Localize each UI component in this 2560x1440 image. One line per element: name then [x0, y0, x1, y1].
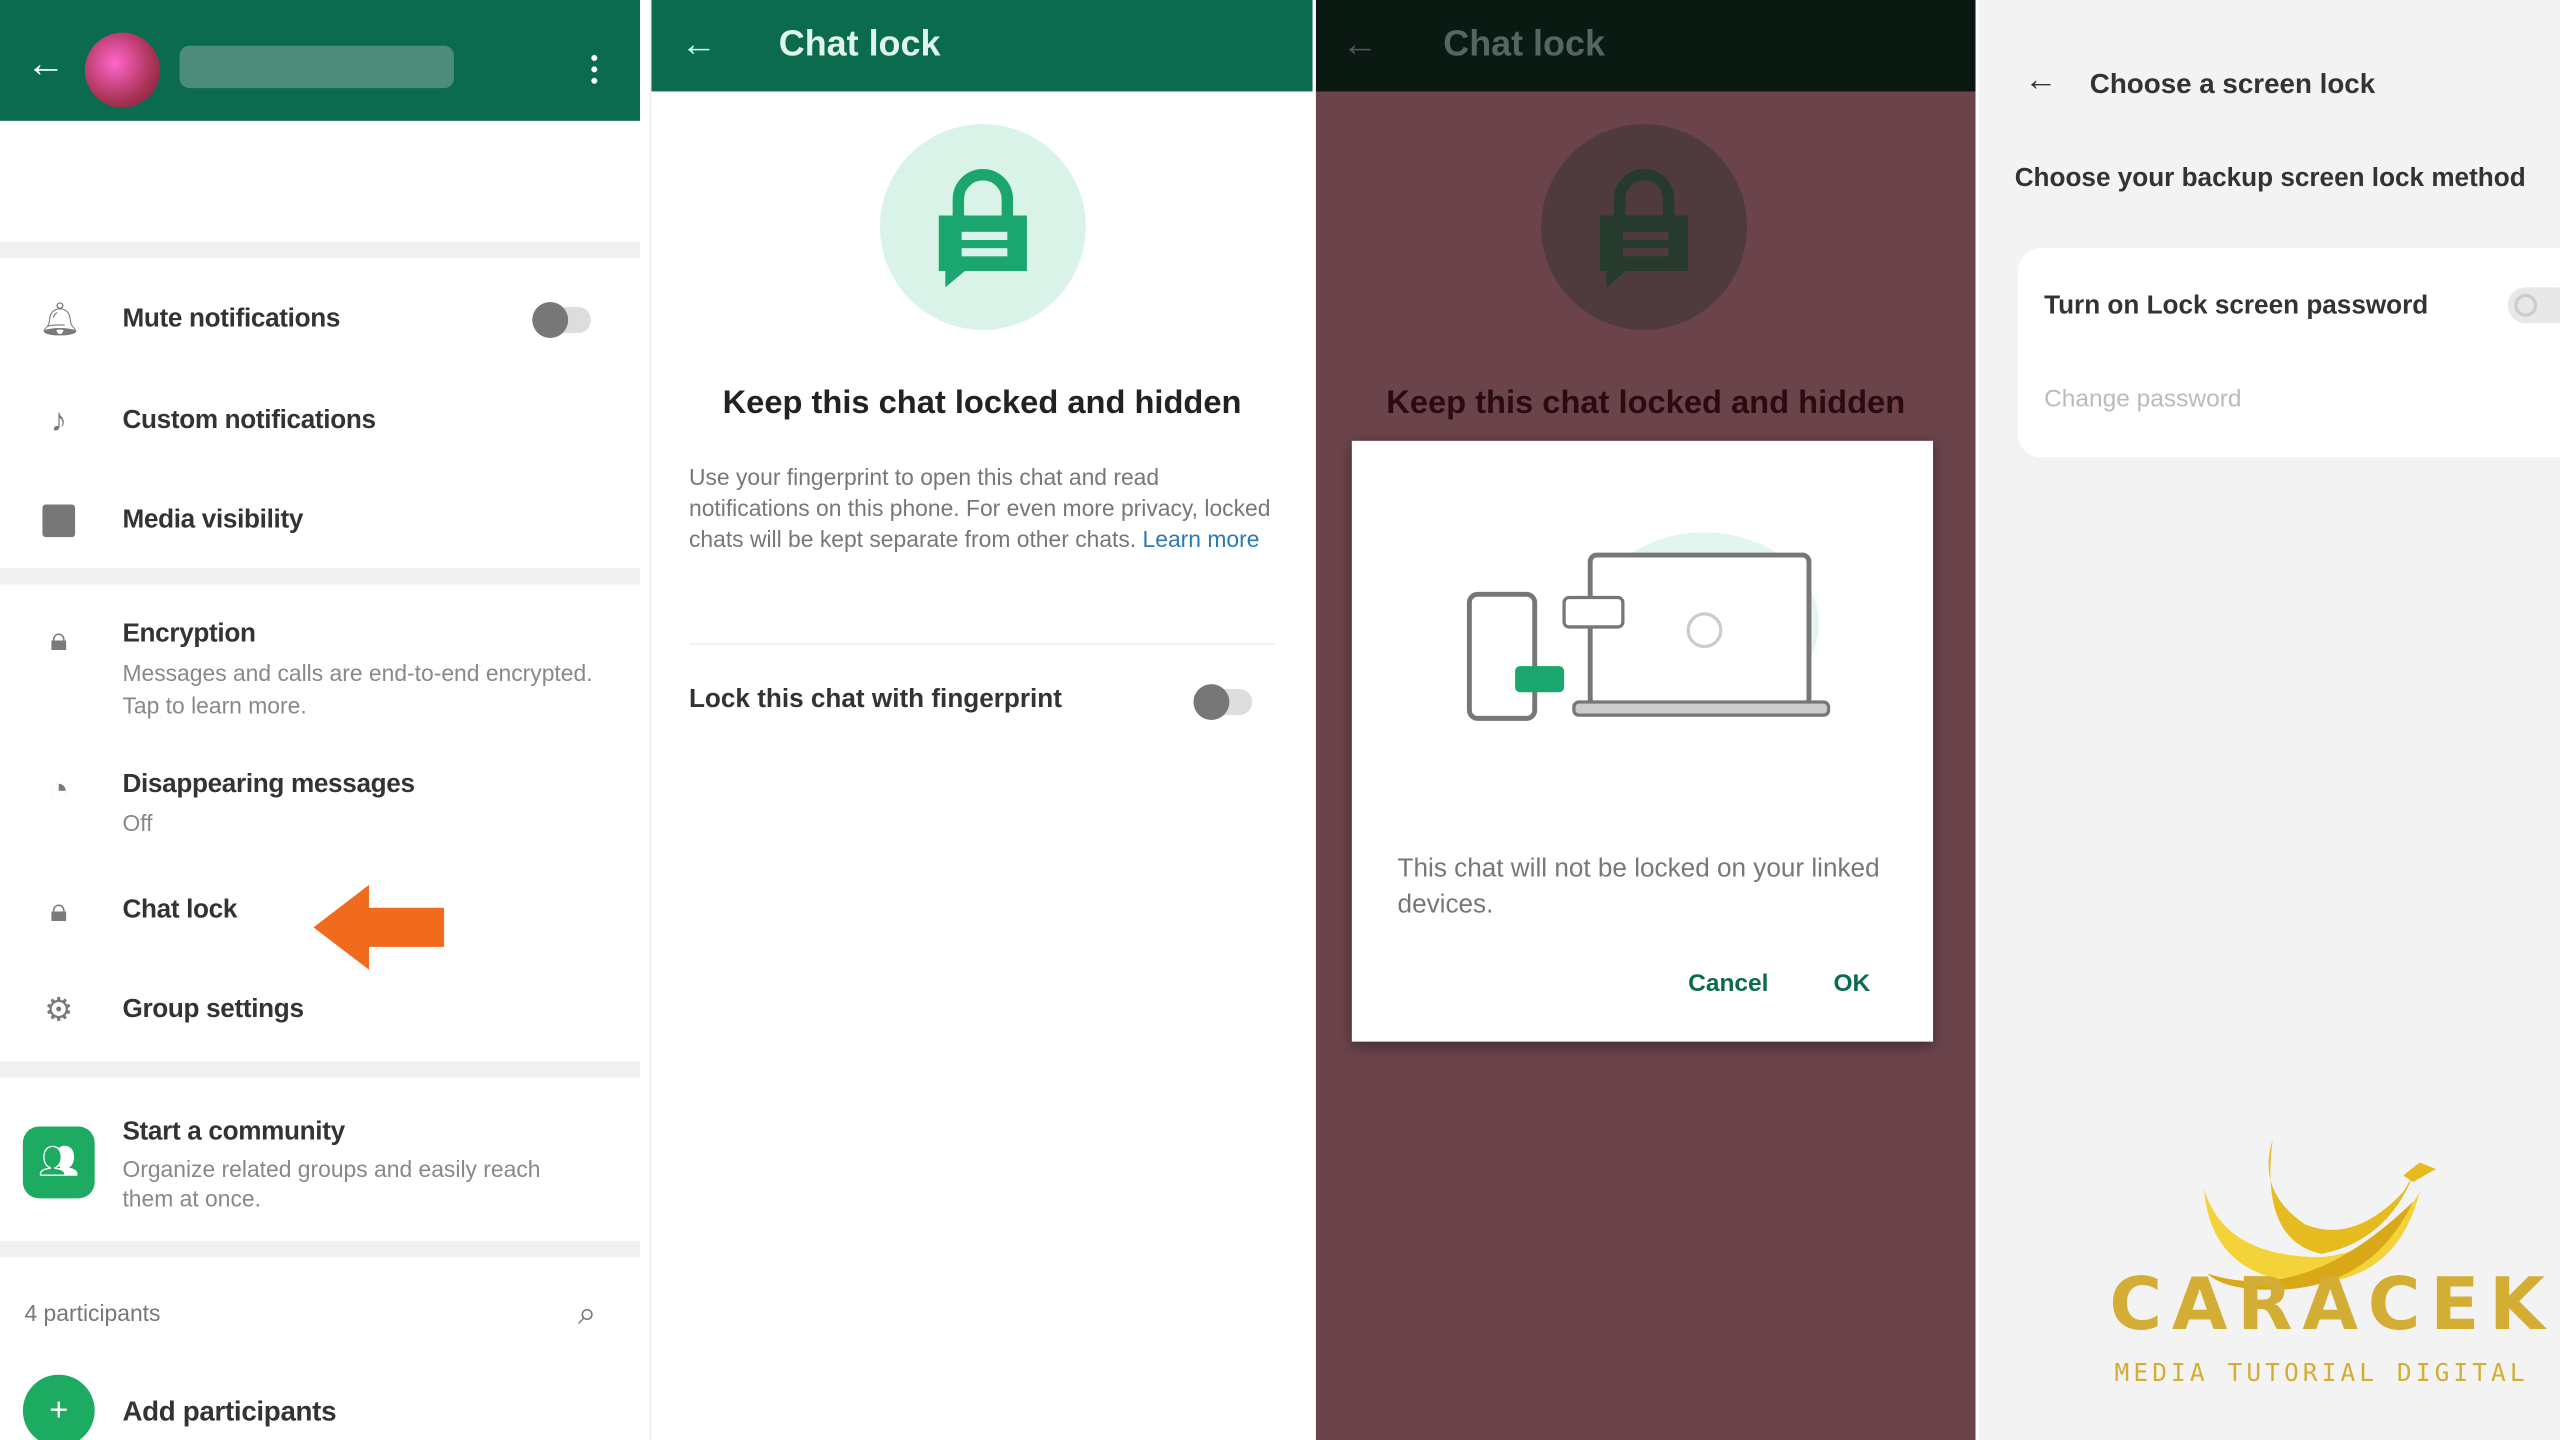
lock-options-card: Turn on Lock screen password Change pass…	[2017, 248, 2560, 458]
chat-lock-icon: 🔒︎	[50, 893, 68, 929]
heading: Keep this chat locked and hidden	[722, 385, 1242, 422]
chat-lock-illustration	[879, 124, 1086, 330]
search-icon[interactable]: ⌕	[578, 1296, 596, 1334]
change-password-option[interactable]: Change password	[2044, 385, 2241, 413]
chat-lock-header: ← Chat lock	[651, 0, 1313, 92]
music-note-icon: ♪	[50, 403, 67, 440]
encryption[interactable]: Encryption	[122, 620, 256, 649]
back-arrow-icon[interactable]: ←	[2024, 62, 2057, 100]
mute-notifications[interactable]: Mute notifications	[122, 305, 340, 334]
caracek-logo-watermark: CARACEK MEDIA TUTORIAL DIGITAL	[2109, 1127, 2555, 1421]
disappearing-status: Off	[122, 809, 153, 836]
start-community[interactable]: Start a community	[122, 1118, 345, 1147]
chat-lock-illustration-dimmed	[1541, 124, 1747, 330]
lock-chat-icon	[1599, 169, 1689, 288]
back-arrow-icon[interactable]: ←	[1342, 23, 1378, 65]
image-icon	[39, 501, 78, 540]
disappearing-messages[interactable]: Disappearing messages	[122, 771, 415, 800]
avatar[interactable]	[84, 32, 160, 108]
page-title: Chat lock	[778, 22, 941, 64]
bell-icon: 🔔︎	[39, 302, 81, 338]
gear-icon: ⚙	[44, 992, 74, 1029]
linked-devices-dialog: This chat will not be locked on your lin…	[1351, 440, 1934, 1042]
lock-password-option[interactable]: Turn on Lock screen password	[2044, 292, 2428, 321]
page-title: Choose a screen lock	[2089, 68, 2376, 100]
community-icon: 👥︎	[22, 1126, 95, 1199]
watermark-name: CARACEK	[2109, 1263, 2555, 1347]
group-info-header: ←	[0, 0, 640, 121]
cancel-button[interactable]: Cancel	[1688, 970, 1768, 998]
screen-lock-panel: ← Choose a screen lock Choose your backu…	[1978, 0, 2560, 1440]
lock-icon: 🔒︎	[50, 622, 68, 658]
watermark-tagline: MEDIA TUTORIAL DIGITAL	[2114, 1358, 2529, 1388]
timer-icon: ◔	[48, 772, 69, 809]
community-description: Organize related groups and easily reach…	[122, 1155, 541, 1212]
fingerprint-toggle[interactable]	[1193, 684, 1253, 720]
chat-lock-dialog-panel: ← Chat lock Keep this chat locked and hi…	[1315, 0, 1976, 1440]
encryption-description: Messages and calls are end-to-end encryp…	[122, 659, 593, 719]
chat-lock[interactable]: Chat lock	[122, 896, 237, 925]
fingerprint-toggle-label: Lock this chat with fingerprint	[688, 685, 1062, 714]
group-settings[interactable]: Group settings	[122, 996, 304, 1025]
learn-more-link[interactable]: Learn more	[1143, 526, 1260, 552]
group-info-panel: ← 🔔︎ Mute notifications ♪ Custom notific…	[0, 0, 640, 1440]
linked-devices-illustration	[1466, 532, 1831, 721]
description: Use your fingerprint to open this chat a…	[688, 463, 1271, 552]
page-title: Chat lock	[1443, 22, 1605, 64]
participants-count: 4 participants	[24, 1299, 161, 1326]
add-participant-icon: +	[22, 1374, 95, 1440]
lock-chat-icon	[938, 169, 1027, 288]
subtitle: Choose your backup screen lock method	[2014, 164, 2526, 193]
heading: Keep this chat locked and hidden	[1386, 385, 1906, 422]
lock-password-toggle[interactable]	[2507, 287, 2560, 324]
dialog-message: This chat will not be locked on your lin…	[1397, 855, 1880, 920]
back-arrow-icon[interactable]: ←	[681, 23, 717, 65]
media-visibility[interactable]: Media visibility	[122, 506, 303, 535]
more-options-icon[interactable]	[591, 52, 598, 85]
add-participants[interactable]: Add participants	[122, 1396, 336, 1429]
chat-lock-panel: ← Chat lock Keep this chat locked and hi…	[649, 0, 1313, 1440]
custom-notifications[interactable]: Custom notifications	[122, 407, 376, 436]
dimmed-header: ← Chat lock	[1315, 0, 1976, 92]
back-arrow-icon[interactable]: ←	[26, 45, 65, 85]
group-name-blurred	[179, 45, 454, 89]
mute-toggle[interactable]	[532, 302, 592, 338]
ok-button[interactable]: OK	[1833, 970, 1870, 998]
orange-arrow-pointer	[313, 884, 445, 970]
